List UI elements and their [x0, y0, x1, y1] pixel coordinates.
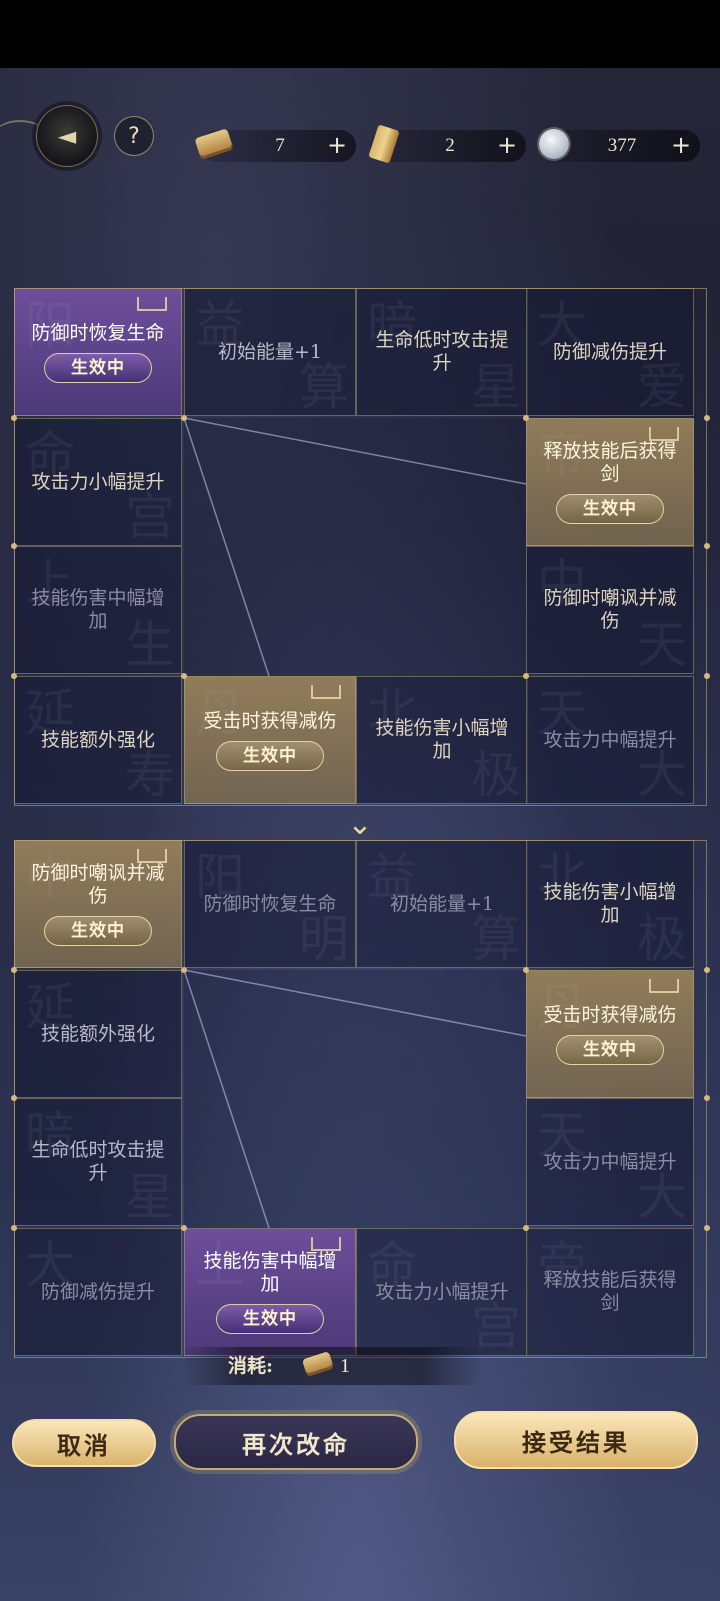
grid-node	[704, 1095, 710, 1101]
fate-grid-current: 阳防御时恢复生命 生效中益算初始能量+1 暗星生命低时攻击提升大爱防御减伤提升命宫攻…	[11, 288, 710, 806]
resource-value: 2	[445, 135, 455, 156]
cost-label: 消耗:	[228, 1355, 274, 1377]
cancel-button[interactable]: 取消	[12, 1419, 156, 1467]
grid-node	[11, 415, 17, 421]
accept-result-button[interactable]: 接受结果	[454, 1411, 698, 1469]
grid-node	[11, 543, 17, 549]
grid-node	[181, 1225, 187, 1231]
scroll-icon	[301, 1351, 335, 1377]
grid-node	[181, 415, 187, 421]
status-bar	[0, 0, 720, 68]
resource-tokens: 2 +	[368, 124, 526, 164]
double-chevron-down-icon: ⌄	[347, 807, 373, 842]
bamboo-tokens-icon	[368, 124, 400, 164]
cost-value: 1	[340, 1355, 350, 1377]
grid-node	[704, 1225, 710, 1231]
grid-node	[11, 967, 17, 973]
cost-display: 消耗: 1	[182, 1347, 482, 1385]
resource-value: 7	[275, 135, 285, 156]
grid-node	[523, 1225, 529, 1231]
add-coin-button[interactable]: +	[668, 130, 694, 162]
grid-node	[523, 673, 529, 679]
retry-fate-button[interactable]: 再次改命	[174, 1414, 418, 1470]
back-button[interactable]: ◄	[36, 105, 98, 167]
silver-coin-icon	[539, 129, 569, 159]
back-arrow-icon: ◄	[57, 122, 77, 150]
help-button[interactable]: ?	[114, 116, 154, 156]
resource-value: 377	[607, 135, 637, 156]
grid-node	[11, 673, 17, 679]
grid-node	[704, 543, 710, 549]
grid-node	[704, 673, 710, 679]
grid-node	[11, 1225, 17, 1231]
grid-node	[181, 967, 187, 973]
grid-node	[704, 415, 710, 421]
add-tokens-button[interactable]: +	[494, 130, 520, 162]
fate-grid-result: 中防御时嘲讽并减伤 生效中阳明防御时恢复生命益算初始能量+1 北极技能伤害小幅增加延…	[11, 840, 710, 1358]
grid-node	[523, 415, 529, 421]
scroll-icon	[194, 128, 234, 160]
add-scroll-button[interactable]: +	[324, 130, 350, 162]
grid-node	[704, 967, 710, 973]
grid-node	[523, 967, 529, 973]
grid-node	[181, 673, 187, 679]
resource-scroll: 7 +	[194, 128, 356, 162]
resource-coin: 377 +	[539, 129, 700, 162]
grid-node	[11, 1095, 17, 1101]
